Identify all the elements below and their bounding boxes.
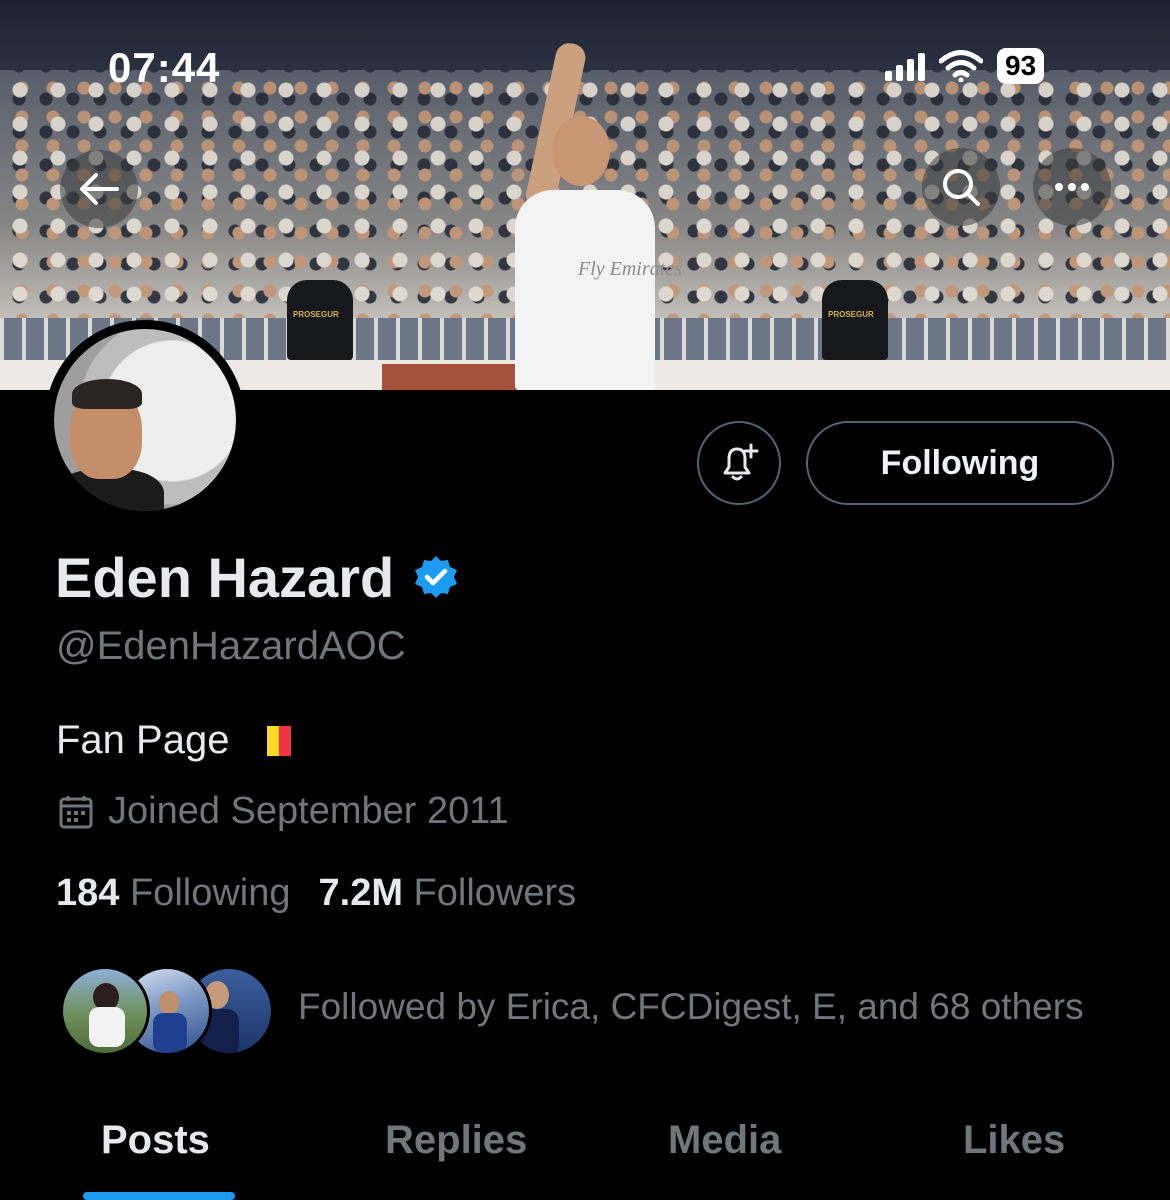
arrow-left-icon — [80, 173, 119, 205]
tab-likes[interactable]: Likes — [963, 1118, 1065, 1163]
following-count: 184 — [56, 872, 120, 914]
banner-sponsor: Fly Emirates — [578, 258, 682, 280]
profile-handle: @EdenHazardAOC — [56, 624, 406, 668]
bio-text: Fan Page — [56, 718, 230, 762]
joined-date: Joined September 2011 — [58, 790, 509, 833]
active-tab-indicator — [83, 1192, 235, 1200]
bell-plus-icon — [723, 443, 759, 481]
followed-by-text[interactable]: Followed by Erica, CFCDigest, E, and 68 … — [298, 986, 1084, 1028]
avatar — [60, 966, 150, 1056]
profile-bio: Fan Page — [56, 718, 292, 763]
tab-posts[interactable]: Posts — [101, 1118, 210, 1163]
cellular-signal-icon — [885, 51, 925, 81]
back-button[interactable] — [60, 150, 138, 228]
more-horizontal-icon — [1055, 183, 1089, 191]
joined-text: Joined September 2011 — [108, 790, 509, 832]
banner-player-head — [552, 116, 610, 186]
followers-count: 7.2M — [318, 872, 403, 914]
search-button[interactable] — [922, 148, 1000, 226]
belgium-flag-icon — [255, 725, 292, 756]
followers-label: Followers — [413, 872, 577, 914]
tab-replies[interactable]: Replies — [385, 1118, 527, 1163]
banner-guard: PROSEGUR — [822, 280, 888, 360]
banner-guard: PROSEGUR — [287, 280, 353, 360]
verified-badge-icon[interactable] — [412, 554, 460, 602]
followers-stat[interactable]: 7.2M Followers — [319, 872, 577, 915]
banner-player — [515, 190, 655, 390]
status-time: 07:44 — [108, 44, 221, 91]
profile-name: Eden Hazard — [55, 546, 395, 609]
followed-by-avatars[interactable] — [60, 966, 274, 1056]
profile-avatar[interactable] — [45, 320, 245, 520]
profile-name-row: Eden Hazard — [55, 545, 460, 610]
more-button[interactable] — [1033, 148, 1111, 226]
battery-level: 93 — [997, 48, 1045, 84]
profile-tabs: Posts Replies Media Likes — [0, 1110, 1170, 1200]
following-button[interactable]: Following — [806, 421, 1114, 505]
following-stat[interactable]: 184 Following — [56, 872, 291, 915]
wifi-icon — [939, 50, 983, 82]
follow-stats: 184 Following 7.2M Followers — [56, 872, 576, 915]
avatar-image — [54, 329, 236, 511]
calendar-icon — [59, 795, 93, 828]
notifications-button[interactable] — [697, 421, 781, 505]
status-icons: 93 — [885, 48, 1045, 84]
following-label: Following — [129, 872, 291, 914]
tab-media[interactable]: Media — [668, 1118, 781, 1163]
search-icon — [943, 169, 980, 206]
